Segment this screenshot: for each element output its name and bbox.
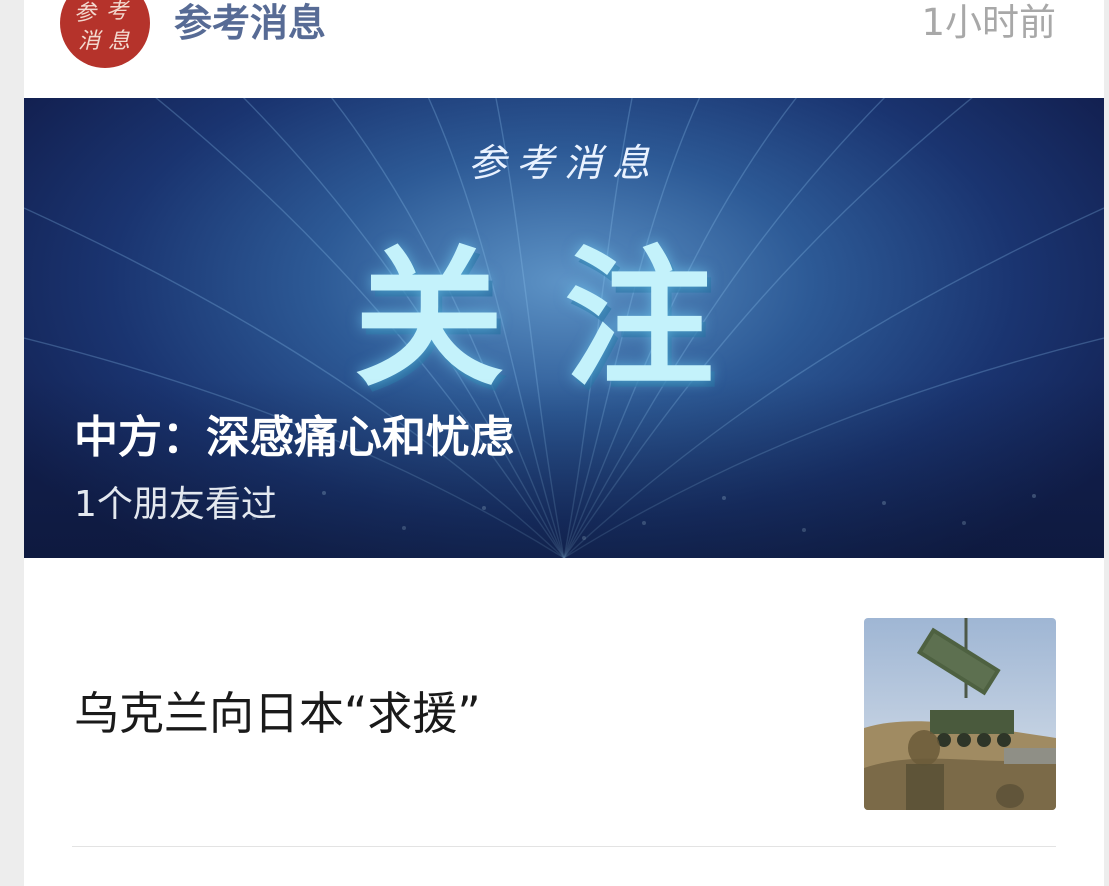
article-title[interactable]: 乌克兰向日本“求援” <box>74 686 481 742</box>
featured-headline[interactable]: 中方：深感痛心和忧虑 <box>74 410 514 466</box>
article-list-item[interactable]: 乌克兰向日本“求援” <box>24 558 1104 848</box>
avatar-logo-text: 参 考 消 息 <box>74 0 131 54</box>
account-avatar[interactable]: 参 考 消 息 <box>60 0 150 68</box>
feed-card: 参 考 消 息 参考消息 1小时前 参考消息 关注 中方：深感痛心和忧虑 1个朋… <box>24 0 1104 886</box>
banner-logo-text: 参考消息 <box>467 141 660 185</box>
missile-launcher-photo-icon <box>864 618 1056 810</box>
banner-shade <box>24 378 1104 558</box>
account-name[interactable]: 参考消息 <box>174 0 326 46</box>
account-header[interactable]: 参 考 消 息 参考消息 1小时前 <box>24 0 1104 98</box>
post-timestamp: 1小时前 <box>921 1 1056 44</box>
friends-viewed-label: 1个朋友看过 <box>74 484 277 525</box>
featured-article-banner[interactable]: 参考消息 关注 中方：深感痛心和忧虑 1个朋友看过 <box>24 98 1104 558</box>
list-divider <box>72 846 1056 847</box>
article-thumbnail[interactable] <box>864 618 1056 810</box>
